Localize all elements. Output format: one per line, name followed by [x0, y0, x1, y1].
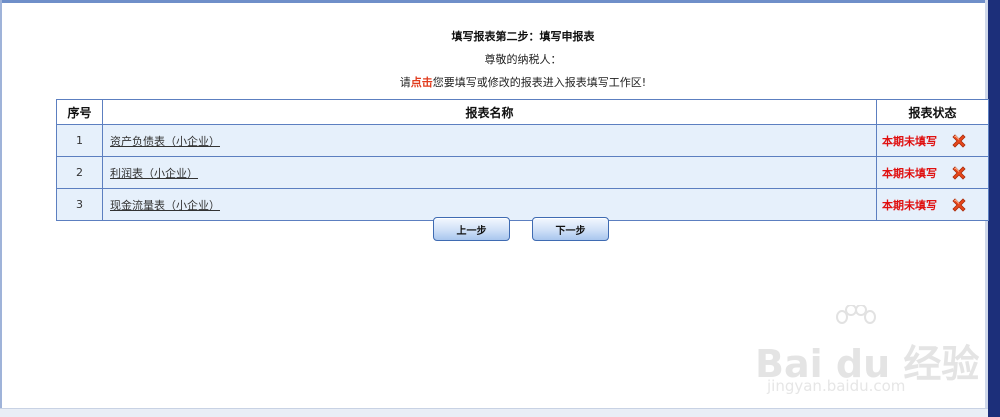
- row-index: 3: [56, 188, 103, 221]
- greeting-text: 尊敬的纳税人：: [484, 53, 562, 66]
- page-title: 填写报表第二步：填写申报表: [451, 30, 595, 43]
- status-text: 本期未填写: [882, 166, 937, 180]
- table-row: 3 现金流量表（小企业） 本期未填写: [56, 188, 989, 221]
- row-name-cell: 现金流量表（小企业）: [102, 188, 877, 221]
- report-link-cash-flow[interactable]: 现金流量表（小企业）: [110, 199, 220, 212]
- status-text: 本期未填写: [882, 134, 937, 148]
- report-table: 序号 报表名称 报表状态 1 资产负债表（小企业） 本期未填写 2 利润表（小企…: [56, 99, 989, 221]
- table-row: 2 利润表（小企业） 本期未填写: [56, 156, 989, 189]
- delete-x-icon[interactable]: [950, 164, 968, 182]
- row-name-cell: 利润表（小企业）: [102, 156, 877, 189]
- row-status-cell: 本期未填写: [876, 156, 989, 189]
- watermark-url: jingyan.baidu.com: [767, 377, 906, 395]
- report-link-income-statement[interactable]: 利润表（小企业）: [110, 167, 198, 180]
- report-link-balance-sheet[interactable]: 资产负债表（小企业）: [110, 135, 220, 148]
- delete-x-icon[interactable]: [950, 196, 968, 214]
- column-header-status: 报表状态: [876, 99, 989, 125]
- top-border: [0, 0, 1000, 3]
- column-header-name: 报表名称: [102, 99, 877, 125]
- column-header-index: 序号: [56, 99, 103, 125]
- row-status-cell: 本期未填写: [876, 188, 989, 221]
- page-heading: 填写报表第二步：填写申报表 尊敬的纳税人： 请点击您要填写或修改的报表进入报表填…: [0, 28, 1000, 90]
- instruction-prefix: 请: [399, 76, 411, 89]
- instruction-text: 请点击您要填写或修改的报表进入报表填写工作区!: [0, 74, 1000, 90]
- delete-x-icon[interactable]: [950, 132, 968, 150]
- status-text: 本期未填写: [882, 198, 937, 212]
- bottom-strip: [0, 408, 988, 417]
- table-row: 1 资产负债表（小企业） 本期未填写: [56, 124, 989, 157]
- next-step-button[interactable]: 下一步: [532, 217, 609, 241]
- instruction-highlight: 点击: [410, 76, 433, 89]
- row-name-cell: 资产负债表（小企业）: [102, 124, 877, 157]
- row-status-cell: 本期未填写: [876, 124, 989, 157]
- paw-icon: [836, 305, 876, 324]
- watermark-logo-text: Bai du 经验: [755, 342, 980, 386]
- table-header-row: 序号 报表名称 报表状态: [56, 99, 989, 125]
- row-index: 2: [56, 156, 103, 189]
- instruction-suffix: 您要填写或修改的报表进入报表填写工作区!: [432, 76, 647, 89]
- row-index: 1: [56, 124, 103, 157]
- prev-step-button[interactable]: 上一步: [433, 217, 510, 241]
